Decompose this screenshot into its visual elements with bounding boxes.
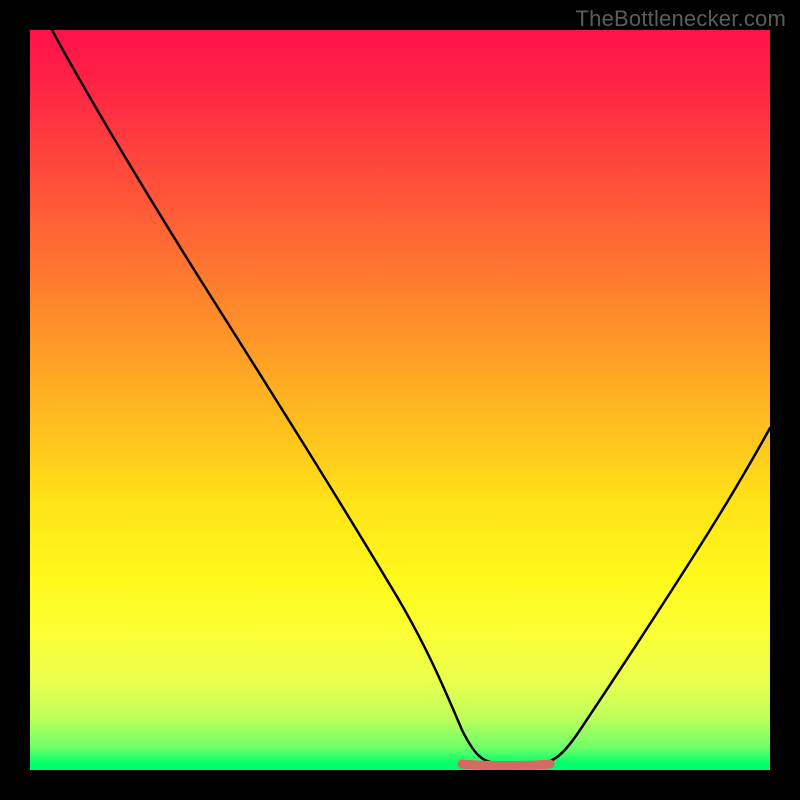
watermark-text: TheBottlenecker.com bbox=[576, 6, 786, 32]
curve-layer bbox=[30, 30, 770, 770]
bottleneck-curve bbox=[52, 30, 770, 763]
plot-area bbox=[30, 30, 770, 770]
chart-frame: TheBottlenecker.com bbox=[0, 0, 800, 800]
flat-minimum-highlight bbox=[462, 764, 550, 766]
